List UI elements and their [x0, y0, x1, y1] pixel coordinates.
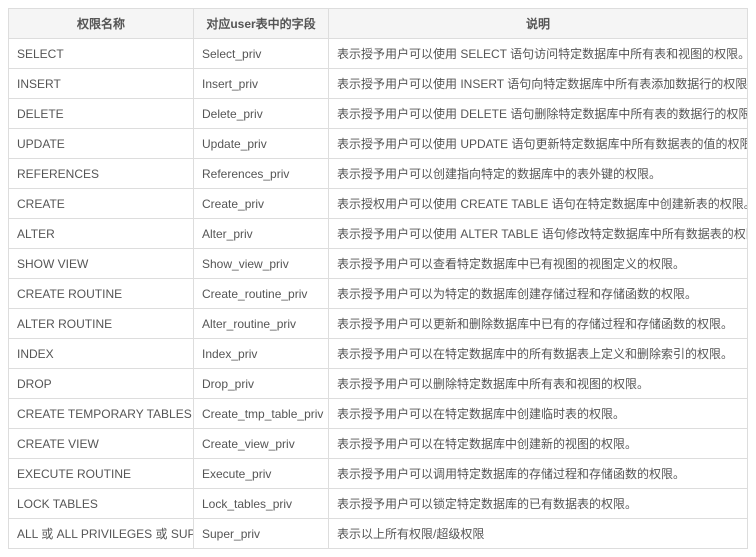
table-row: CREATE ROUTINECreate_routine_priv表示授予用户可… — [9, 279, 748, 309]
cell-description: 表示授予用户可以使用 INSERT 语句向特定数据库中所有表添加数据行的权限。 — [329, 69, 748, 99]
cell-user-field: Insert_priv — [194, 69, 329, 99]
cell-privilege-name: ALTER ROUTINE — [9, 309, 194, 339]
cell-user-field: Update_priv — [194, 129, 329, 159]
cell-user-field: Execute_priv — [194, 459, 329, 489]
table-row: INSERTInsert_priv表示授予用户可以使用 INSERT 语句向特定… — [9, 69, 748, 99]
cell-description: 表示授予用户可以查看特定数据库中已有视图的视图定义的权限。 — [329, 249, 748, 279]
cell-description: 表示授予用户可以锁定特定数据库的已有数据表的权限。 — [329, 489, 748, 519]
cell-user-field: Create_routine_priv — [194, 279, 329, 309]
table-row: INDEXIndex_priv表示授予用户可以在特定数据库中的所有数据表上定义和… — [9, 339, 748, 369]
table-row: REFERENCESReferences_priv表示授予用户可以创建指向特定的… — [9, 159, 748, 189]
cell-user-field: References_priv — [194, 159, 329, 189]
cell-description: 表示授予用户可以删除特定数据库中所有表和视图的权限。 — [329, 369, 748, 399]
privileges-table: 权限名称 对应user表中的字段 说明 SELECTSelect_priv表示授… — [8, 8, 748, 549]
cell-description: 表示授予用户可以使用 DELETE 语句删除特定数据库中所有表的数据行的权限。 — [329, 99, 748, 129]
table-row: LOCK TABLESLock_tables_priv表示授予用户可以锁定特定数… — [9, 489, 748, 519]
cell-privilege-name: INSERT — [9, 69, 194, 99]
cell-description: 表示以上所有权限/超级权限 — [329, 519, 748, 549]
cell-user-field: Alter_priv — [194, 219, 329, 249]
cell-privilege-name: CREATE TEMPORARY TABLES — [9, 399, 194, 429]
table-row: SHOW VIEWShow_view_priv表示授予用户可以查看特定数据库中已… — [9, 249, 748, 279]
header-privilege-name: 权限名称 — [9, 9, 194, 39]
table-row: DELETEDelete_priv表示授予用户可以使用 DELETE 语句删除特… — [9, 99, 748, 129]
cell-user-field: Index_priv — [194, 339, 329, 369]
cell-description: 表示授权用户可以使用 CREATE TABLE 语句在特定数据库中创建新表的权限… — [329, 189, 748, 219]
cell-privilege-name: DELETE — [9, 99, 194, 129]
cell-privilege-name: LOCK TABLES — [9, 489, 194, 519]
cell-user-field: Create_tmp_table_priv — [194, 399, 329, 429]
cell-privilege-name: EXECUTE ROUTINE — [9, 459, 194, 489]
header-description: 说明 — [329, 9, 748, 39]
cell-privilege-name: REFERENCES — [9, 159, 194, 189]
cell-privilege-name: INDEX — [9, 339, 194, 369]
cell-privilege-name: CREATE ROUTINE — [9, 279, 194, 309]
cell-privilege-name: CREATE — [9, 189, 194, 219]
cell-privilege-name: DROP — [9, 369, 194, 399]
table-row: ALTERAlter_priv表示授予用户可以使用 ALTER TABLE 语句… — [9, 219, 748, 249]
table-row: EXECUTE ROUTINEExecute_priv表示授予用户可以调用特定数… — [9, 459, 748, 489]
cell-privilege-name: CREATE VIEW — [9, 429, 194, 459]
cell-user-field: Drop_priv — [194, 369, 329, 399]
cell-privilege-name: SHOW VIEW — [9, 249, 194, 279]
table-row: CREATE TEMPORARY TABLESCreate_tmp_table_… — [9, 399, 748, 429]
table-row: SELECTSelect_priv表示授予用户可以使用 SELECT 语句访问特… — [9, 39, 748, 69]
cell-user-field: Create_view_priv — [194, 429, 329, 459]
cell-user-field: Super_priv — [194, 519, 329, 549]
table-row: CREATECreate_priv表示授权用户可以使用 CREATE TABLE… — [9, 189, 748, 219]
cell-user-field: Lock_tables_priv — [194, 489, 329, 519]
cell-description: 表示授予用户可以在特定数据库中创建新的视图的权限。 — [329, 429, 748, 459]
cell-user-field: Create_priv — [194, 189, 329, 219]
cell-description: 表示授予用户可以使用 SELECT 语句访问特定数据库中所有表和视图的权限。 — [329, 39, 748, 69]
table-row: ALTER ROUTINEAlter_routine_priv表示授予用户可以更… — [9, 309, 748, 339]
cell-description: 表示授予用户可以使用 ALTER TABLE 语句修改特定数据库中所有数据表的权… — [329, 219, 748, 249]
cell-user-field: Show_view_priv — [194, 249, 329, 279]
table-row: DROPDrop_priv表示授予用户可以删除特定数据库中所有表和视图的权限。 — [9, 369, 748, 399]
cell-user-field: Delete_priv — [194, 99, 329, 129]
table-row: UPDATEUpdate_priv表示授予用户可以使用 UPDATE 语句更新特… — [9, 129, 748, 159]
table-row: CREATE VIEWCreate_view_priv表示授予用户可以在特定数据… — [9, 429, 748, 459]
cell-description: 表示授予用户可以更新和删除数据库中已有的存储过程和存储函数的权限。 — [329, 309, 748, 339]
cell-privilege-name: ALTER — [9, 219, 194, 249]
cell-user-field: Alter_routine_priv — [194, 309, 329, 339]
cell-privilege-name: SELECT — [9, 39, 194, 69]
cell-description: 表示授予用户可以创建指向特定的数据库中的表外键的权限。 — [329, 159, 748, 189]
cell-description: 表示授予用户可以在特定数据库中的所有数据表上定义和删除索引的权限。 — [329, 339, 748, 369]
cell-user-field: Select_priv — [194, 39, 329, 69]
table-header-row: 权限名称 对应user表中的字段 说明 — [9, 9, 748, 39]
cell-description: 表示授予用户可以为特定的数据库创建存储过程和存储函数的权限。 — [329, 279, 748, 309]
cell-privilege-name: UPDATE — [9, 129, 194, 159]
header-user-field: 对应user表中的字段 — [194, 9, 329, 39]
table-row: ALL 或 ALL PRIVILEGES 或 SUPERSuper_priv表示… — [9, 519, 748, 549]
cell-description: 表示授予用户可以使用 UPDATE 语句更新特定数据库中所有数据表的值的权限。 — [329, 129, 748, 159]
cell-description: 表示授予用户可以在特定数据库中创建临时表的权限。 — [329, 399, 748, 429]
cell-description: 表示授予用户可以调用特定数据库的存储过程和存储函数的权限。 — [329, 459, 748, 489]
cell-privilege-name: ALL 或 ALL PRIVILEGES 或 SUPER — [9, 519, 194, 549]
